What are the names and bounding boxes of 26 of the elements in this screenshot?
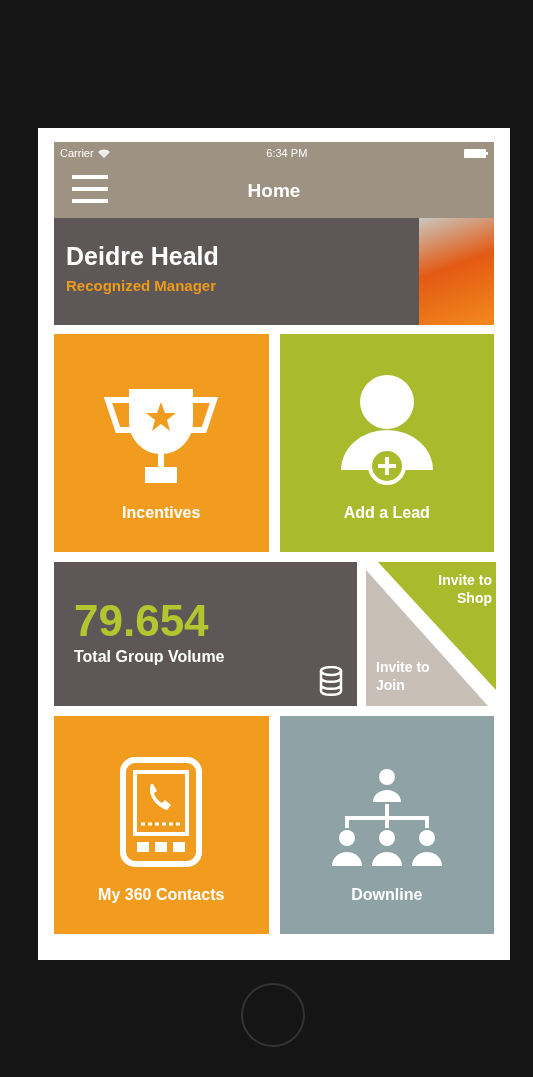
phone-icon	[119, 756, 204, 868]
user-role: Recognized Manager	[66, 277, 218, 294]
battery-icon	[464, 148, 488, 158]
wifi-icon	[97, 148, 110, 158]
database-icon	[319, 666, 343, 696]
status-time: 6:34 PM	[266, 147, 308, 159]
incentives-tile[interactable]: Incentives	[54, 334, 269, 552]
carrier-label: Carrier	[60, 147, 94, 159]
invite-to-shop-tile[interactable]	[378, 562, 496, 690]
tile-label: Incentives	[122, 504, 201, 522]
invite-to-shop-label: Invite to Shop	[437, 572, 492, 607]
add-lead-tile[interactable]: Add a Lead	[279, 334, 494, 552]
invite-to-join-label: Invite to Join	[376, 659, 431, 694]
volume-label: Total Group Volume	[74, 648, 225, 666]
page-title: Home	[247, 180, 301, 202]
home-button[interactable]	[241, 983, 305, 1047]
org-chart-icon	[330, 768, 443, 868]
contacts-tile[interactable]: My 360 Contacts	[54, 716, 269, 934]
downline-tile[interactable]: Downline	[279, 716, 494, 934]
volume-value: 79.654	[74, 596, 209, 646]
user-name: Deidre Heald	[66, 242, 220, 271]
tile-label: Add a Lead	[343, 504, 430, 522]
tile-label: Downline	[351, 886, 423, 904]
trophy-icon	[102, 386, 221, 486]
menu-button[interactable]	[72, 174, 108, 204]
tile-label: My 360 Contacts	[98, 886, 225, 904]
